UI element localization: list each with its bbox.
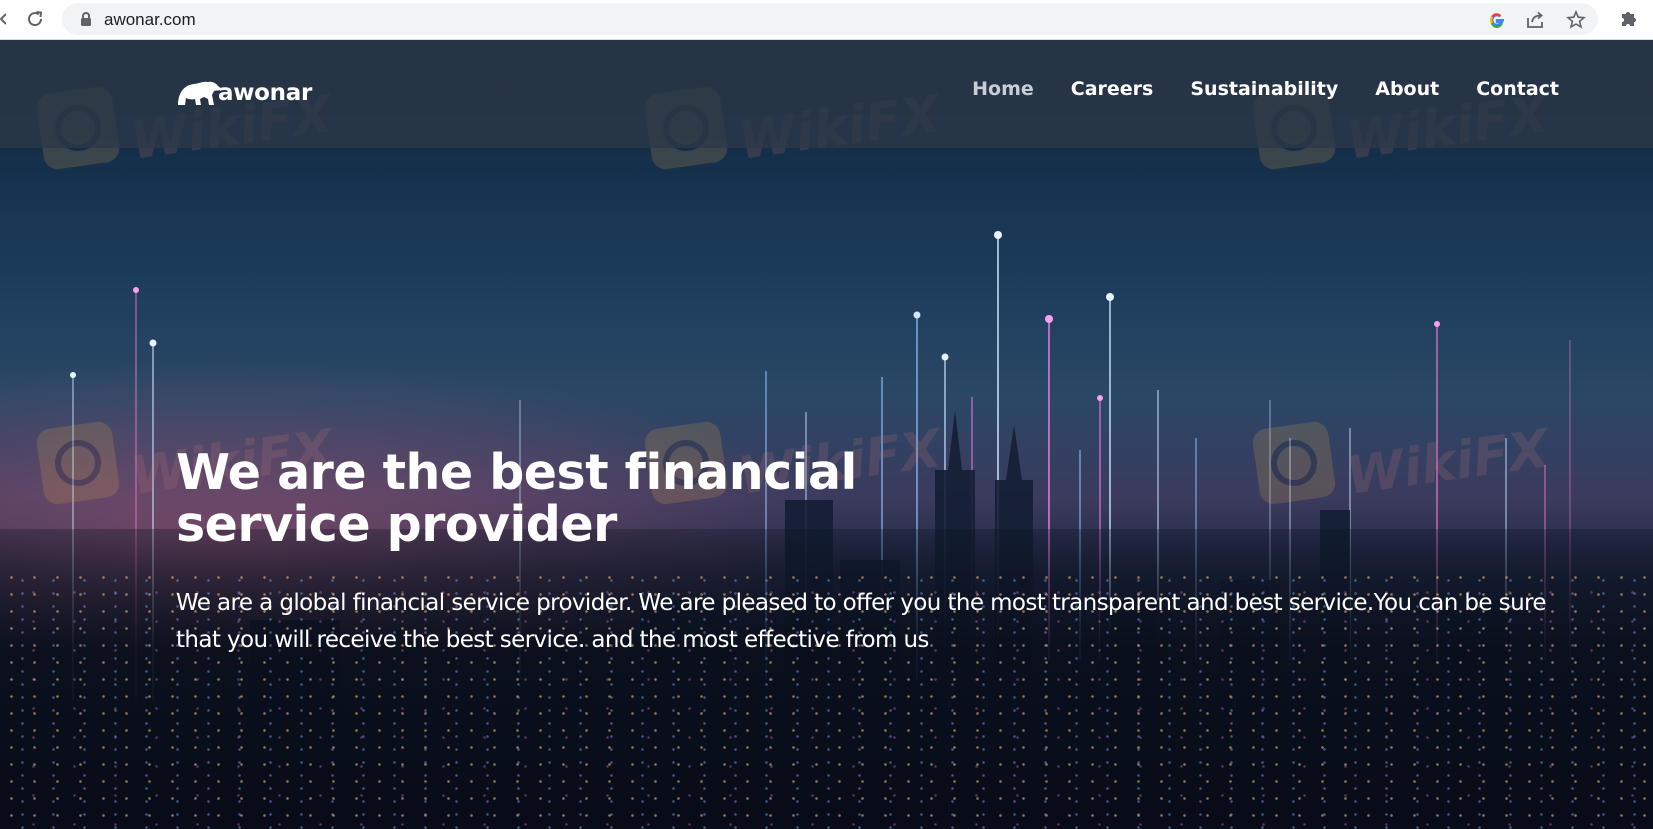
- nav-about[interactable]: About: [1375, 78, 1439, 100]
- hero-section: WikiFX WikiFX WikiFX WikiFX WikiFX WikiF…: [0, 40, 1653, 829]
- back-arrow-icon[interactable]: [0, 10, 7, 28]
- watermark-logo-icon: [1251, 420, 1337, 506]
- site-navbar: awonar Home Careers Sustainability About…: [0, 40, 1653, 148]
- watermark-logo-icon: [35, 420, 121, 506]
- logo-text: awonar: [218, 80, 313, 106]
- main-nav: Home Careers Sustainability About Contac…: [935, 78, 1559, 100]
- polar-bear-logo-icon: [178, 81, 221, 105]
- hero-description: We are a global financial service provid…: [176, 590, 1547, 653]
- browser-toolbar: awonar.com: [0, 0, 1653, 40]
- google-icon[interactable]: [1486, 9, 1508, 31]
- url-text[interactable]: awonar.com: [104, 10, 196, 30]
- site-logo[interactable]: awonar: [176, 73, 312, 113]
- reload-icon[interactable]: [22, 6, 48, 32]
- share-icon[interactable]: [1524, 9, 1546, 31]
- hero-headline-line1: We are the best financial: [176, 444, 857, 501]
- nav-sustainability[interactable]: Sustainability: [1190, 78, 1338, 100]
- nav-home[interactable]: Home: [972, 78, 1034, 100]
- extensions-puzzle-icon[interactable]: [1617, 6, 1641, 30]
- bookmark-star-icon[interactable]: [1565, 9, 1587, 31]
- hero-headline: We are the best financial service provid…: [176, 447, 936, 551]
- hero-headline-line2: service provider: [176, 496, 617, 553]
- nav-contact[interactable]: Contact: [1476, 78, 1559, 100]
- watermark: WikiFX: [1251, 419, 1552, 507]
- lock-icon[interactable]: [80, 12, 92, 26]
- address-bar[interactable]: awonar.com: [62, 3, 1598, 35]
- nav-careers[interactable]: Careers: [1071, 78, 1154, 100]
